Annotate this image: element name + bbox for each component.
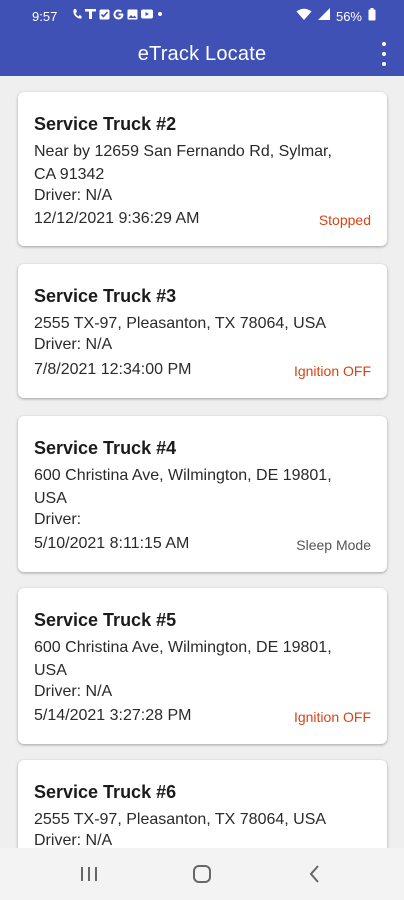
app-bar: eTrack Locate: [0, 32, 404, 76]
address-line: Near by 12659 San Fernando Rd, Sylmar,: [34, 143, 332, 160]
truck-address: 2555 TX-97, Pleasanton, TX 78064, USA: [34, 808, 374, 831]
truck-card-5[interactable]: Service Truck #5 600 Christina Ave, Wilm…: [18, 588, 387, 744]
wifi-icon: [296, 8, 312, 24]
truck-address: 2555 TX-97, Pleasanton, TX 78064, USA: [34, 312, 374, 335]
truck-name: Service Truck #4: [34, 438, 177, 458]
truck-datetime: 7/8/2021 12:34:00 PM: [34, 361, 192, 378]
truck-status: Stopped: [318, 212, 371, 228]
address-line: 2555 TX-97, Pleasanton, TX 78064, USA: [34, 811, 327, 828]
truck-name: Service Truck #5: [34, 610, 177, 630]
status-time: 9:57: [32, 9, 58, 24]
truck-card-4[interactable]: Service Truck #4 600 Christina Ave, Wilm…: [18, 416, 387, 572]
truck-driver: Driver:: [34, 511, 82, 528]
t-mobile-icon: [85, 8, 96, 24]
youtube-icon: [141, 9, 153, 23]
battery-percent: 56%: [335, 8, 362, 24]
truck-address: 600 Christina Ave, Wilmington, DE 19801,…: [34, 636, 374, 682]
truck-list[interactable]: Service Truck #2 Near by 12659 San Ferna…: [0, 76, 404, 848]
truck-name: Service Truck #3: [34, 286, 177, 306]
dot-icon: [156, 9, 164, 23]
address-line: CA 91342: [34, 166, 105, 183]
truck-status: Sleep Mode: [296, 537, 371, 553]
truck-driver: Driver: N/A: [34, 683, 113, 700]
checkbox-icon: [99, 9, 110, 24]
home-icon[interactable]: [192, 864, 212, 884]
truck-datetime: 5/10/2021 8:11:15 AM: [34, 535, 190, 552]
signal-icon: [317, 8, 330, 24]
back-icon[interactable]: [308, 864, 322, 884]
address-line: USA: [34, 490, 67, 507]
google-icon: [113, 8, 124, 24]
address-line: 2555 TX-97, Pleasanton, TX 78064, USA: [34, 315, 327, 332]
truck-card-3[interactable]: Service Truck #3 2555 TX-97, Pleasanton,…: [18, 264, 387, 398]
battery-icon: [368, 8, 376, 24]
truck-status: Ignition OFF: [293, 709, 371, 725]
address-line: USA: [34, 662, 67, 679]
app-title: eTrack Locate: [137, 43, 267, 65]
overflow-menu-icon[interactable]: [378, 42, 390, 66]
truck-card-6[interactable]: Service Truck #6 2555 TX-97, Pleasanton,…: [18, 760, 387, 848]
truck-name: Service Truck #2: [34, 114, 177, 134]
system-nav-bar: [0, 848, 404, 900]
address-line: 600 Christina Ave, Wilmington, DE 19801,: [34, 467, 332, 484]
status-right: 56%: [296, 8, 376, 24]
truck-address: Near by 12659 San Fernando Rd, Sylmar, C…: [34, 140, 374, 186]
image-icon: [127, 9, 138, 24]
truck-status: Ignition OFF: [293, 363, 371, 379]
truck-datetime: 5/14/2021 3:27:28 PM: [34, 707, 192, 724]
phone-icon: [72, 8, 82, 24]
truck-address: 600 Christina Ave, Wilmington, DE 19801,…: [34, 464, 374, 510]
truck-driver: Driver: N/A: [34, 336, 113, 353]
truck-driver: Driver: N/A: [34, 832, 113, 848]
truck-datetime: 12/12/2021 9:36:29 AM: [34, 210, 200, 227]
truck-driver: Driver: N/A: [34, 187, 113, 204]
recent-apps-icon[interactable]: [80, 864, 98, 884]
truck-card-2[interactable]: Service Truck #2 Near by 12659 San Ferna…: [18, 92, 387, 246]
status-bar: 9:57 56%: [0, 0, 404, 32]
truck-name: Service Truck #6: [34, 782, 177, 802]
notification-icons: [72, 8, 164, 24]
address-line: 600 Christina Ave, Wilmington, DE 19801,: [34, 639, 332, 656]
